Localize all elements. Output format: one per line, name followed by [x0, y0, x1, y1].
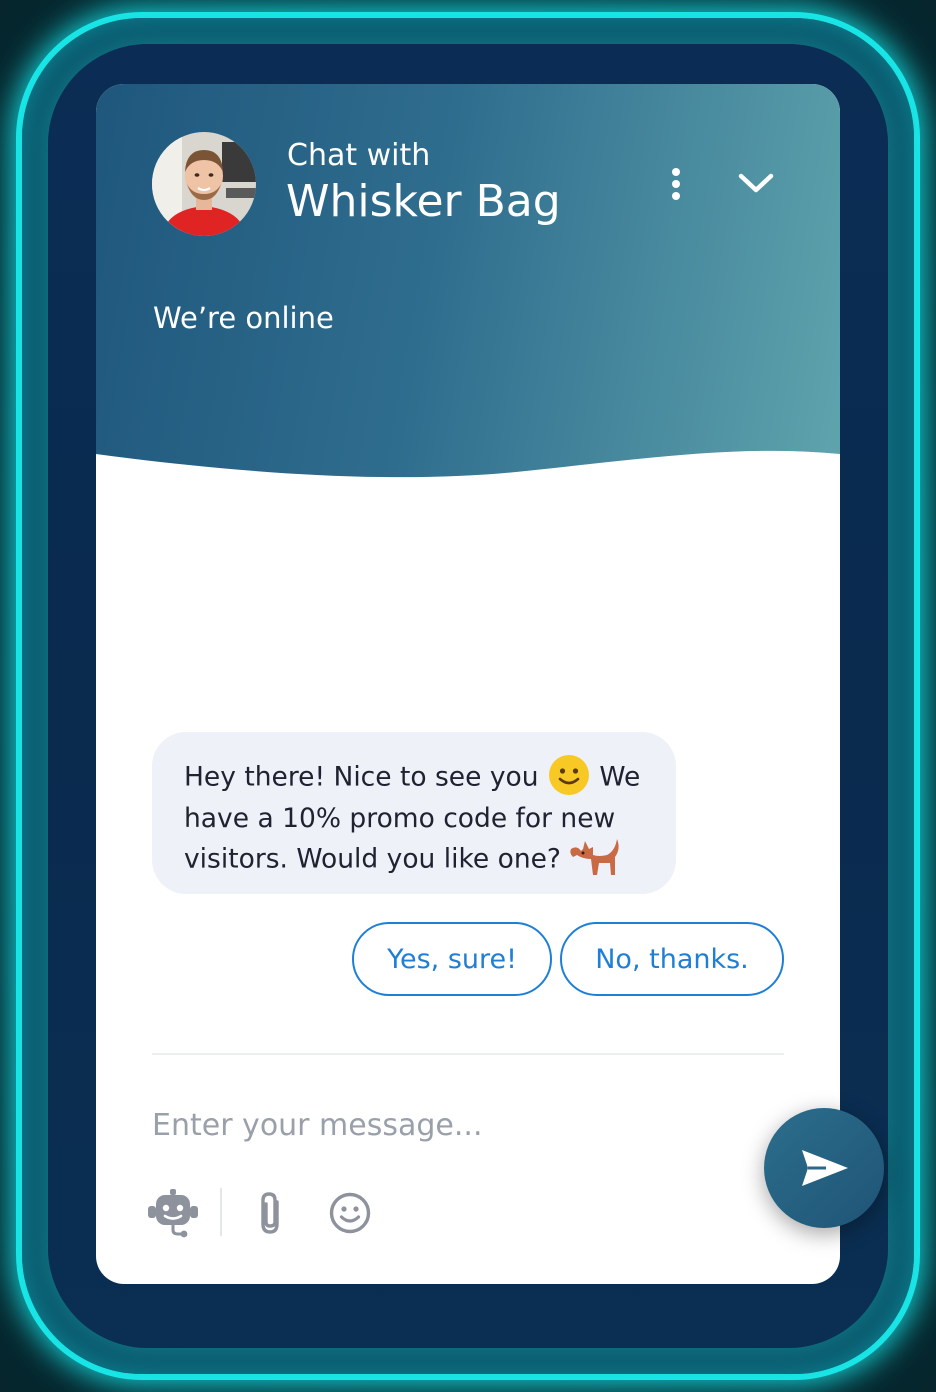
more-vertical-icon-dot	[672, 180, 680, 188]
bot-message-bubble: Hey there! Nice to see you We have a 10%…	[152, 732, 676, 894]
send-button[interactable]	[764, 1108, 884, 1228]
more-vertical-icon-dot	[672, 192, 680, 200]
chat-widget: Chat with Whisker Bag We’re online Hey t…	[96, 84, 840, 1284]
quick-reply-no-button[interactable]: No, thanks.	[560, 922, 784, 996]
more-vertical-icon	[672, 168, 680, 176]
composer-divider	[152, 1053, 784, 1055]
message-line-3: visitors. Would you like one?	[184, 838, 646, 882]
emoji-smile-icon	[329, 1192, 371, 1234]
header-wave	[96, 450, 840, 494]
header-title: Whisker Bag	[286, 176, 561, 227]
send-icon	[802, 1150, 848, 1186]
emoji-button[interactable]	[328, 1188, 374, 1242]
message-input[interactable]	[152, 1100, 712, 1150]
bot-icon	[148, 1189, 198, 1238]
message-text: We	[599, 761, 641, 793]
message-text: visitors. Would you like one?	[184, 843, 561, 875]
minimize-button[interactable]	[734, 166, 778, 202]
header-subtitle: Chat with	[287, 138, 431, 173]
dog-emoji-icon	[570, 839, 620, 875]
background: Chat with Whisker Bag We’re online Hey t…	[0, 0, 936, 1392]
online-status: We’re online	[153, 301, 334, 335]
paperclip-icon	[261, 1192, 279, 1234]
message-line-2: have a 10% promo code for new	[184, 803, 616, 834]
agent-avatar	[152, 132, 256, 236]
chevron-down-icon	[738, 173, 774, 193]
message-line-1: Hey there! Nice to see you We	[184, 755, 646, 800]
smiley-emoji-icon	[548, 755, 589, 795]
more-options-button[interactable]	[661, 164, 691, 204]
quick-reply-yes-button[interactable]: Yes, sure!	[352, 922, 552, 996]
bot-button[interactable]	[146, 1188, 200, 1242]
message-text: Hey there! Nice to see you	[184, 761, 539, 793]
attach-button[interactable]	[254, 1188, 288, 1242]
tool-separator	[220, 1188, 222, 1236]
